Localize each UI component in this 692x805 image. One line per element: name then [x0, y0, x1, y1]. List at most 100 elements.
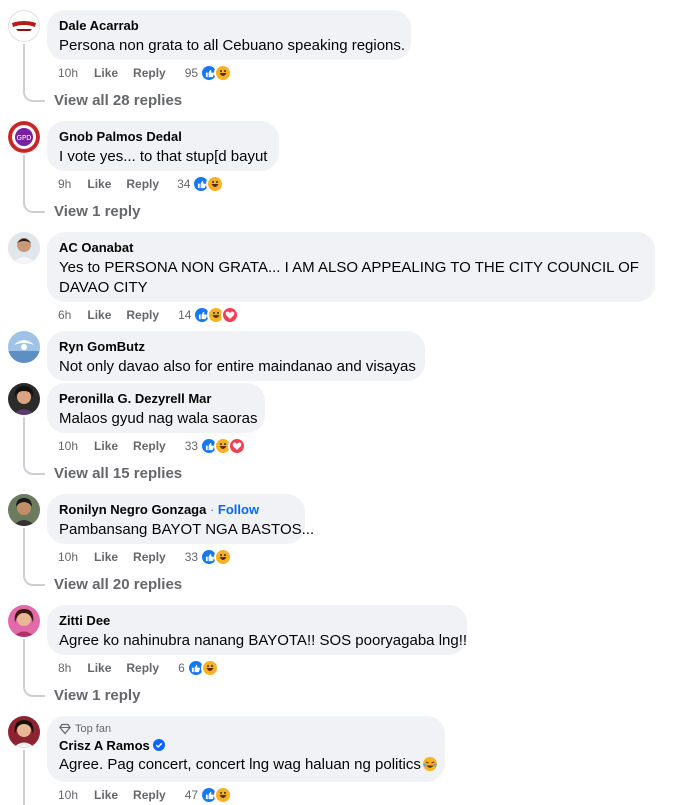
comment-author[interactable]: AC Oanabat [59, 240, 643, 256]
like-button[interactable]: Like [87, 177, 111, 191]
avatar[interactable] [8, 494, 40, 526]
avatar[interactable] [8, 10, 40, 42]
avatar[interactable]: GPD [8, 121, 40, 153]
reaction-count[interactable]: 34 [177, 177, 190, 191]
comment-time[interactable]: 10h [58, 66, 78, 80]
comment-actions: 10h Like Reply 95 [58, 64, 233, 82]
comment-bubble: Ronilyn Negro Gonzaga · Follow Pambansan… [47, 494, 315, 544]
avatar[interactable] [8, 383, 40, 415]
comment-time[interactable]: 8h [58, 661, 71, 675]
comment-bubble: Ryn GomButz Not only davao also for enti… [47, 331, 425, 381]
comment-text: Pambansang BAYOT NGA BASTOS... [59, 521, 315, 538]
comment-text: Malaos gyud nag wala saoras [59, 410, 258, 427]
love-reaction-icon [228, 437, 247, 455]
crying-laughing-emoji-icon [422, 757, 437, 771]
reply-button[interactable]: Reply [133, 439, 166, 453]
reactions[interactable] [200, 64, 233, 82]
haha-reaction-icon [200, 659, 219, 677]
separator-dot: · [206, 502, 218, 517]
comment-time[interactable]: 9h [58, 177, 71, 191]
comment-bubble: AC Oanabat Yes to PERSONA NON GRATA... I… [47, 232, 655, 302]
top-fan-badge: Top fan [59, 722, 433, 736]
comment-author[interactable]: Zitti Dee [59, 613, 455, 629]
svg-text:GPD: GPD [16, 134, 31, 142]
badge-label: Top fan [75, 723, 112, 735]
like-button[interactable]: Like [94, 66, 118, 80]
reaction-count[interactable]: 6 [178, 661, 185, 675]
reactions[interactable] [200, 786, 233, 804]
comment-time[interactable]: 10h [58, 788, 78, 802]
comment-bubble: Zitti Dee Agree ko nahinubra nanang BAYO… [47, 605, 467, 655]
thread-connector [23, 463, 45, 475]
view-replies-link[interactable]: View all 20 replies [54, 576, 182, 594]
comment-author-name[interactable]: Ronilyn Negro Gonzaga [59, 502, 206, 517]
comment-text: I vote yes... to that stup[d bayut [59, 148, 268, 165]
thread-line [23, 44, 25, 92]
comment-text: Persona non grata to all Cebuano speakin… [59, 37, 406, 54]
comment-actions: 8h Like Reply 6 [58, 659, 219, 677]
comment-text-line-1: Yes to PERSONA NON GRATA... I AM ALSO AP… [59, 259, 639, 276]
reply-button[interactable]: Reply [133, 66, 166, 80]
view-replies-link[interactable]: View 1 reply [54, 203, 140, 221]
reactions[interactable] [186, 659, 219, 677]
thread-connector [23, 685, 45, 697]
avatar[interactable] [8, 232, 40, 264]
comment-author-name[interactable]: Crisz A Ramos [59, 738, 150, 753]
like-button[interactable]: Like [94, 550, 118, 564]
reaction-count[interactable]: 14 [178, 308, 191, 322]
thread-connector [23, 90, 45, 102]
reactions[interactable] [200, 548, 233, 566]
haha-reaction-icon [214, 64, 233, 82]
comment-actions: 10h Like Reply 33 [58, 548, 233, 566]
diamond-icon [59, 723, 71, 735]
comment-time[interactable]: 10h [58, 550, 78, 564]
avatar[interactable] [8, 605, 40, 637]
like-button[interactable]: Like [94, 788, 118, 802]
haha-reaction-icon [206, 175, 225, 193]
reactions[interactable] [192, 175, 225, 193]
comment-text-line-2: DAVAO CITY [59, 279, 148, 296]
reply-button[interactable]: Reply [126, 308, 159, 322]
reaction-count[interactable]: 95 [185, 66, 198, 80]
view-replies-link[interactable]: View 1 reply [54, 687, 140, 705]
comment-author[interactable]: Gnob Palmos Dedal [59, 129, 267, 145]
reactions[interactable] [193, 306, 240, 324]
reply-button[interactable]: Reply [126, 177, 159, 191]
like-button[interactable]: Like [87, 661, 111, 675]
comment-author: Crisz A Ramos [59, 738, 433, 754]
comment-author[interactable]: Ryn GomButz [59, 339, 413, 355]
follow-button[interactable]: Follow [218, 502, 259, 517]
thread-connector [23, 574, 45, 586]
view-replies-link[interactable]: View all 28 replies [54, 92, 182, 110]
comment-time[interactable]: 10h [58, 439, 78, 453]
like-button[interactable]: Like [87, 308, 111, 322]
comment-text-content: Agree. Pag concert, concert lng wag halu… [59, 756, 421, 773]
reaction-count[interactable]: 33 [185, 439, 198, 453]
reply-button[interactable]: Reply [126, 661, 159, 675]
haha-reaction-icon [214, 786, 233, 804]
comment-author[interactable]: Peronilla G. Dezyrell Mar [59, 391, 253, 407]
reaction-count[interactable]: 33 [185, 550, 198, 564]
comment-text: Agree. Pag concert, concert lng wag halu… [59, 755, 437, 775]
haha-reaction-icon [214, 548, 233, 566]
comment-bubble: Dale Acarrab Persona non grata to all Ce… [47, 10, 411, 60]
comment-bubble: Top fan Crisz A Ramos Agree. Pag concert… [47, 716, 445, 782]
reply-button[interactable]: Reply [133, 550, 166, 564]
reactions[interactable] [200, 437, 247, 455]
avatar[interactable] [8, 716, 40, 748]
comment-actions: 10h Like Reply 33 [58, 437, 247, 455]
like-button[interactable]: Like [94, 439, 118, 453]
thread-line [23, 639, 25, 687]
comment-bubble: Peronilla G. Dezyrell Mar Malaos gyud na… [47, 383, 265, 433]
comment-bubble: Gnob Palmos Dedal I vote yes... to that … [47, 121, 279, 171]
reaction-count[interactable]: 47 [185, 788, 198, 802]
love-reaction-icon [221, 306, 240, 324]
reply-button[interactable]: Reply [133, 788, 166, 802]
avatar[interactable] [8, 331, 40, 363]
comment-text: Not only davao also for entire maindanao… [59, 358, 416, 375]
comment-author[interactable]: Dale Acarrab [59, 18, 399, 34]
thread-line [23, 750, 25, 805]
view-replies-link[interactable]: View all 15 replies [54, 465, 182, 483]
thread-line [23, 155, 25, 203]
comment-time[interactable]: 6h [58, 308, 71, 322]
